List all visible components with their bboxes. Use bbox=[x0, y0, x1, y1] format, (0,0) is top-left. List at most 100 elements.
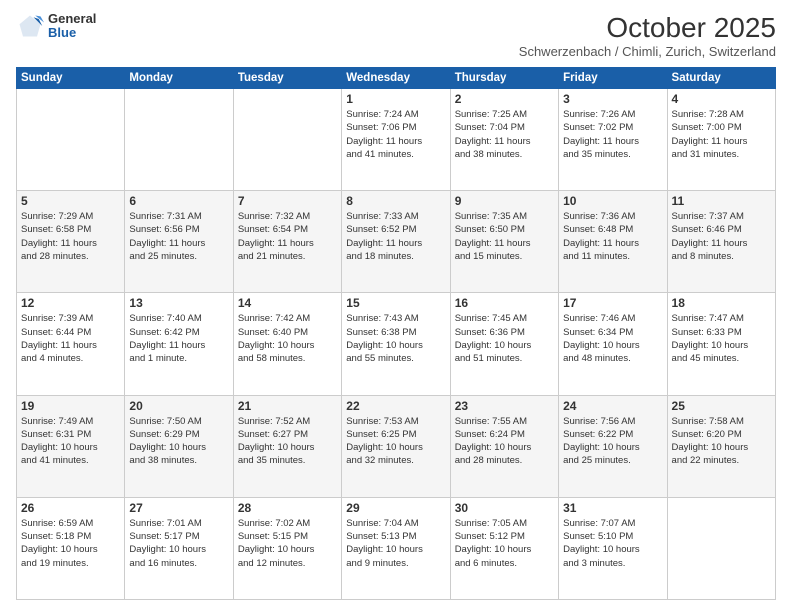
col-header-thursday: Thursday bbox=[450, 68, 558, 89]
day-info: Sunrise: 7:58 AM Sunset: 6:20 PM Dayligh… bbox=[672, 415, 771, 468]
calendar-cell: 30Sunrise: 7:05 AM Sunset: 5:12 PM Dayli… bbox=[450, 497, 558, 599]
day-info: Sunrise: 7:53 AM Sunset: 6:25 PM Dayligh… bbox=[346, 415, 445, 468]
day-number: 27 bbox=[129, 501, 228, 515]
calendar-cell: 17 Sunrise: 7:46 AM Sunset: 6:34 PM Dayli… bbox=[559, 293, 667, 395]
day-info: Sunrise: 7:47 AM Sunset: 6:33 PM Dayligh… bbox=[672, 312, 771, 365]
calendar-cell bbox=[17, 89, 125, 191]
calendar-cell: 12 Sunrise: 7:39 AM Sunset: 6:44 PM Dayli… bbox=[17, 293, 125, 395]
day-number: 1 bbox=[346, 92, 445, 106]
calendar-table: SundayMondayTuesdayWednesdayThursdayFrid… bbox=[16, 67, 776, 600]
day-number: 4 bbox=[672, 92, 771, 106]
calendar-cell: 25 Sunrise: 7:58 AM Sunset: 6:20 PM Dayli… bbox=[667, 395, 775, 497]
calendar-cell: 28 Sunrise: 7:02 AM Sunset: 5:15 PM Dayli… bbox=[233, 497, 341, 599]
calendar-cell: 27 Sunrise: 7:01 AM Sunset: 5:17 PM Dayli… bbox=[125, 497, 233, 599]
logo-general-text: General bbox=[48, 12, 96, 26]
calendar-cell: 8 Sunrise: 7:33 AM Sunset: 6:52 PM Daylig… bbox=[342, 191, 450, 293]
calendar-cell: 4 Sunrise: 7:28 AM Sunset: 7:00 PM Daylig… bbox=[667, 89, 775, 191]
calendar-cell: 5Sunrise: 7:29 AM Sunset: 6:58 PM Daylig… bbox=[17, 191, 125, 293]
title-block: October 2025 Schwerzenbach / Chimli, Zur… bbox=[519, 12, 776, 59]
day-info: Sunrise: 7:45 AM Sunset: 6:36 PM Dayligh… bbox=[455, 312, 554, 365]
day-number: 16 bbox=[455, 296, 554, 310]
day-number: 18 bbox=[672, 296, 771, 310]
month-title: October 2025 bbox=[519, 12, 776, 44]
day-number: 23 bbox=[455, 399, 554, 413]
calendar-cell: 11 Sunrise: 7:37 AM Sunset: 6:46 PM Dayli… bbox=[667, 191, 775, 293]
day-number: 11 bbox=[672, 194, 771, 208]
day-info: Sunrise: 7:24 AM Sunset: 7:06 PM Dayligh… bbox=[346, 108, 445, 161]
day-info: Sunrise: 7:49 AM Sunset: 6:31 PM Dayligh… bbox=[21, 415, 120, 468]
day-info: Sunrise: 7:33 AM Sunset: 6:52 PM Dayligh… bbox=[346, 210, 445, 263]
col-header-tuesday: Tuesday bbox=[233, 68, 341, 89]
calendar-cell: 31Sunrise: 7:07 AM Sunset: 5:10 PM Dayli… bbox=[559, 497, 667, 599]
calendar-cell: 7 Sunrise: 7:32 AM Sunset: 6:54 PM Daylig… bbox=[233, 191, 341, 293]
calendar-cell: 21 Sunrise: 7:52 AM Sunset: 6:27 PM Dayli… bbox=[233, 395, 341, 497]
day-number: 10 bbox=[563, 194, 662, 208]
day-number: 21 bbox=[238, 399, 337, 413]
day-number: 29 bbox=[346, 501, 445, 515]
logo-blue-text: Blue bbox=[48, 26, 96, 40]
col-header-wednesday: Wednesday bbox=[342, 68, 450, 89]
day-number: 15 bbox=[346, 296, 445, 310]
day-number: 31 bbox=[563, 501, 662, 515]
day-info: Sunrise: 7:37 AM Sunset: 6:46 PM Dayligh… bbox=[672, 210, 771, 263]
week-row-1: 1 Sunrise: 7:24 AM Sunset: 7:06 PM Daylig… bbox=[17, 89, 776, 191]
day-number: 26 bbox=[21, 501, 120, 515]
day-number: 13 bbox=[129, 296, 228, 310]
calendar-cell: 2Sunrise: 7:25 AM Sunset: 7:04 PM Daylig… bbox=[450, 89, 558, 191]
day-number: 9 bbox=[455, 194, 554, 208]
day-info: Sunrise: 6:59 AM Sunset: 5:18 PM Dayligh… bbox=[21, 517, 120, 570]
day-info: Sunrise: 7:42 AM Sunset: 6:40 PM Dayligh… bbox=[238, 312, 337, 365]
calendar-cell: 14 Sunrise: 7:42 AM Sunset: 6:40 PM Dayli… bbox=[233, 293, 341, 395]
col-header-sunday: Sunday bbox=[17, 68, 125, 89]
day-number: 5 bbox=[21, 194, 120, 208]
day-number: 30 bbox=[455, 501, 554, 515]
logo: General Blue bbox=[16, 12, 96, 41]
day-info: Sunrise: 7:52 AM Sunset: 6:27 PM Dayligh… bbox=[238, 415, 337, 468]
day-info: Sunrise: 7:28 AM Sunset: 7:00 PM Dayligh… bbox=[672, 108, 771, 161]
calendar-cell: 6 Sunrise: 7:31 AM Sunset: 6:56 PM Daylig… bbox=[125, 191, 233, 293]
day-info: Sunrise: 7:26 AM Sunset: 7:02 PM Dayligh… bbox=[563, 108, 662, 161]
day-info: Sunrise: 7:56 AM Sunset: 6:22 PM Dayligh… bbox=[563, 415, 662, 468]
calendar-cell bbox=[125, 89, 233, 191]
day-number: 8 bbox=[346, 194, 445, 208]
week-row-4: 19 Sunrise: 7:49 AM Sunset: 6:31 PM Dayli… bbox=[17, 395, 776, 497]
day-info: Sunrise: 7:02 AM Sunset: 5:15 PM Dayligh… bbox=[238, 517, 337, 570]
day-info: Sunrise: 7:04 AM Sunset: 5:13 PM Dayligh… bbox=[346, 517, 445, 570]
calendar-cell: 24Sunrise: 7:56 AM Sunset: 6:22 PM Dayli… bbox=[559, 395, 667, 497]
calendar-cell: 1 Sunrise: 7:24 AM Sunset: 7:06 PM Daylig… bbox=[342, 89, 450, 191]
day-number: 12 bbox=[21, 296, 120, 310]
day-number: 6 bbox=[129, 194, 228, 208]
day-number: 25 bbox=[672, 399, 771, 413]
day-info: Sunrise: 7:46 AM Sunset: 6:34 PM Dayligh… bbox=[563, 312, 662, 365]
day-info: Sunrise: 7:55 AM Sunset: 6:24 PM Dayligh… bbox=[455, 415, 554, 468]
day-info: Sunrise: 7:50 AM Sunset: 6:29 PM Dayligh… bbox=[129, 415, 228, 468]
logo-icon bbox=[16, 12, 44, 40]
day-number: 2 bbox=[455, 92, 554, 106]
logo-text: General Blue bbox=[48, 12, 96, 41]
day-number: 28 bbox=[238, 501, 337, 515]
calendar-cell: 23 Sunrise: 7:55 AM Sunset: 6:24 PM Dayli… bbox=[450, 395, 558, 497]
day-number: 17 bbox=[563, 296, 662, 310]
col-header-friday: Friday bbox=[559, 68, 667, 89]
day-info: Sunrise: 7:01 AM Sunset: 5:17 PM Dayligh… bbox=[129, 517, 228, 570]
week-row-2: 5Sunrise: 7:29 AM Sunset: 6:58 PM Daylig… bbox=[17, 191, 776, 293]
day-number: 19 bbox=[21, 399, 120, 413]
calendar-cell: 22Sunrise: 7:53 AM Sunset: 6:25 PM Dayli… bbox=[342, 395, 450, 497]
col-header-monday: Monday bbox=[125, 68, 233, 89]
day-number: 3 bbox=[563, 92, 662, 106]
calendar-header-row: SundayMondayTuesdayWednesdayThursdayFrid… bbox=[17, 68, 776, 89]
day-number: 7 bbox=[238, 194, 337, 208]
calendar-cell: 10 Sunrise: 7:36 AM Sunset: 6:48 PM Dayli… bbox=[559, 191, 667, 293]
day-info: Sunrise: 7:31 AM Sunset: 6:56 PM Dayligh… bbox=[129, 210, 228, 263]
calendar-cell: 26 Sunrise: 6:59 AM Sunset: 5:18 PM Dayli… bbox=[17, 497, 125, 599]
col-header-saturday: Saturday bbox=[667, 68, 775, 89]
day-info: Sunrise: 7:36 AM Sunset: 6:48 PM Dayligh… bbox=[563, 210, 662, 263]
day-number: 14 bbox=[238, 296, 337, 310]
calendar-cell: 13Sunrise: 7:40 AM Sunset: 6:42 PM Dayli… bbox=[125, 293, 233, 395]
calendar-cell: 3 Sunrise: 7:26 AM Sunset: 7:02 PM Daylig… bbox=[559, 89, 667, 191]
day-info: Sunrise: 7:32 AM Sunset: 6:54 PM Dayligh… bbox=[238, 210, 337, 263]
day-info: Sunrise: 7:35 AM Sunset: 6:50 PM Dayligh… bbox=[455, 210, 554, 263]
calendar-cell: 9 Sunrise: 7:35 AM Sunset: 6:50 PM Daylig… bbox=[450, 191, 558, 293]
day-info: Sunrise: 7:39 AM Sunset: 6:44 PM Dayligh… bbox=[21, 312, 120, 365]
calendar-cell bbox=[667, 497, 775, 599]
